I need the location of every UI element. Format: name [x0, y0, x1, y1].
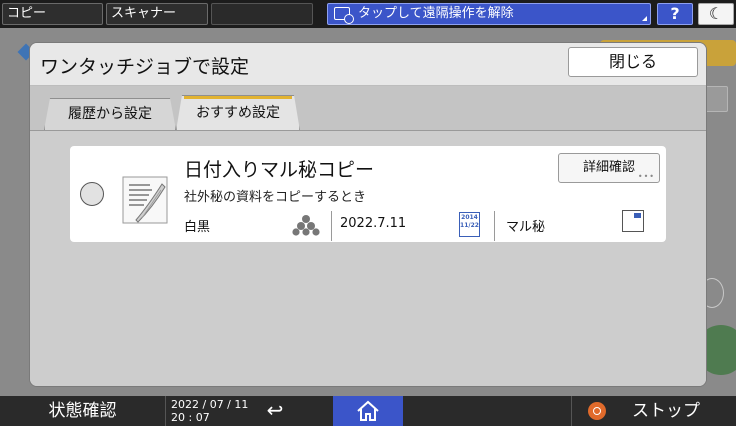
stop-button[interactable]: ストップ	[571, 396, 736, 426]
energy-saver-button[interactable]: ☾	[698, 3, 734, 25]
remote-operation-button[interactable]: タップして遠隔操作を解除	[327, 3, 651, 25]
stamp-label: マル秘	[506, 220, 546, 235]
job-preset-card[interactable]: 日付入りマル秘コピー 社外秘の資料をコピーするとき 詳細確認 ••• 白黒 20…	[70, 146, 666, 242]
more-dots-icon: •••	[637, 172, 655, 181]
calendar-icon: 2014 11/22	[459, 212, 480, 237]
date-time-display: 2022 / 07 / 11 20 : 07	[171, 398, 248, 424]
home-icon	[357, 400, 379, 421]
moon-icon: ☾	[708, 4, 724, 23]
divider	[494, 211, 495, 241]
detail-button-label: 詳細確認	[582, 160, 635, 175]
help-button[interactable]: ?	[657, 3, 693, 25]
toner-dots-icon	[292, 215, 320, 236]
job-title: 日付入りマル秘コピー	[184, 159, 375, 181]
status-check-button[interactable]: 状態確認	[0, 396, 166, 426]
close-button[interactable]: 閉じる	[568, 47, 698, 77]
tab-content: 日付入りマル秘コピー 社外秘の資料をコピーするとき 詳細確認 ••• 白黒 20…	[30, 130, 706, 386]
bottom-bar: 状態確認 2022 / 07 / 11 20 : 07 ↩ ストップ	[0, 396, 736, 426]
back-button[interactable]: ↩	[240, 396, 310, 426]
stamp-position-icon	[622, 210, 644, 232]
remote-operation-icon	[334, 7, 354, 24]
time-text: 20 : 07	[171, 411, 210, 424]
copy-app-button[interactable]: コピー	[2, 3, 103, 25]
dialog-title: ワンタッチジョブで設定	[40, 56, 250, 78]
one-touch-job-dialog: ワンタッチジョブで設定 閉じる 履歴から設定 おすすめ設定 日付入りマル秘コピー…	[29, 42, 707, 387]
tab-bar: 履歴から設定 おすすめ設定	[30, 86, 706, 130]
select-radio[interactable]	[80, 182, 104, 206]
dialog-header: ワンタッチジョブで設定 閉じる	[30, 43, 706, 86]
tab-recommended[interactable]: おすすめ設定	[176, 95, 300, 131]
empty-app-slot[interactable]	[211, 3, 313, 25]
scanner-app-button[interactable]: スキャナー	[106, 3, 208, 25]
top-bar: コピー スキャナー タップして遠隔操作を解除 ? ☾	[0, 0, 736, 28]
tab-history[interactable]: 履歴から設定	[44, 98, 176, 130]
detail-button[interactable]: 詳細確認 •••	[558, 153, 660, 183]
stop-label: ストップ	[632, 401, 700, 421]
date-text: 2022 / 07 / 11	[171, 398, 249, 411]
color-mode-label: 白黒	[184, 220, 211, 235]
corner-indicator-icon	[642, 16, 647, 21]
divider	[331, 211, 332, 241]
date-stamp-value: 2022.7.11	[340, 216, 407, 231]
home-button[interactable]	[333, 396, 403, 426]
back-arrow-icon: ↩	[266, 398, 284, 422]
stop-icon	[588, 402, 606, 420]
remote-operation-label: タップして遠隔操作を解除	[358, 6, 514, 21]
document-icon	[122, 176, 168, 224]
job-description: 社外秘の資料をコピーするとき	[184, 190, 367, 205]
